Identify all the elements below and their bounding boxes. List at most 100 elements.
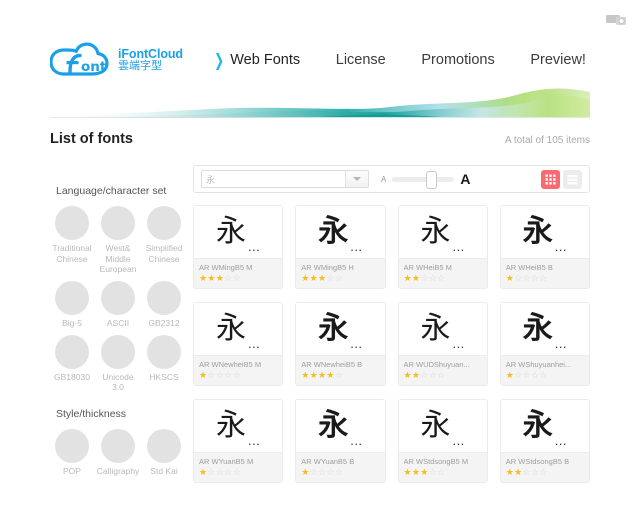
font-meta: AR WNewheiB5 B ★★★★☆ xyxy=(296,355,385,385)
grid-view-button[interactable] xyxy=(541,169,560,189)
list-view-button[interactable] xyxy=(563,169,582,189)
facet-row-language-3: GB18030 Unicode 3.0 HKSCS xyxy=(50,334,186,393)
site-logo[interactable]: ont iFontCloud 雲端字型 xyxy=(50,42,190,78)
nav-item-web-fonts[interactable]: ❯ Web Fonts xyxy=(212,52,300,69)
facet-label: Big-5 xyxy=(62,317,82,328)
font-sample-ellipsis: ... xyxy=(247,336,261,351)
font-card[interactable]: 永 ... AR WYuanB5 M ★☆☆☆☆ xyxy=(193,399,284,483)
font-card[interactable]: 永 ... AR WMingB5 M ★★★☆☆ xyxy=(193,205,284,289)
facet-west-middle-european[interactable]: West& Middle European xyxy=(96,206,140,275)
font-card[interactable]: 永 ... AR WStdsongB5 M ★★★☆☆ xyxy=(397,399,488,483)
font-sample-ellipsis: ... xyxy=(247,239,261,254)
nav-item-promotions[interactable]: Promotions xyxy=(421,52,494,68)
grid-view-icon xyxy=(545,174,556,184)
item-count-label: A total of 105 items xyxy=(504,135,590,146)
font-meta: AR WHeiB5 M ★★☆☆☆ xyxy=(398,258,487,288)
top-utility-bar xyxy=(0,0,640,32)
font-card[interactable]: 永 ... AR WNewheiB5 M ★☆☆☆☆ xyxy=(193,302,284,386)
list-view-icon xyxy=(567,174,578,184)
facet-title-style: Style/thickness xyxy=(56,407,127,420)
facet-label: ASCII xyxy=(106,317,130,328)
facet-label: Calligraphy xyxy=(96,465,140,476)
font-sample-glyph: 永 xyxy=(522,311,553,346)
font-sample-ellipsis: ... xyxy=(554,336,568,351)
facet-pop[interactable]: POP xyxy=(50,428,94,477)
font-rating: ★★★☆☆ xyxy=(199,273,241,283)
font-card[interactable]: 永 ... AR WHeiB5 M ★★☆☆☆ xyxy=(397,205,488,289)
font-meta: AR WUDShuyuan... ★★☆☆☆ xyxy=(398,355,487,385)
font-name: AR WNewheiB5 M xyxy=(199,360,262,369)
font-size-slider-thumb[interactable] xyxy=(426,170,438,189)
font-rating: ★☆☆☆☆ xyxy=(199,370,241,380)
nav-item-preview[interactable]: Preview! xyxy=(530,52,586,68)
font-meta: AR WShuyuanhei... ★☆☆☆☆ xyxy=(500,355,589,385)
sample-text-input[interactable] xyxy=(202,171,345,187)
nav-item-promotions-label: Promotions xyxy=(421,52,495,68)
facet-label: Simplified Chinese xyxy=(145,243,183,264)
facet-group-style: Style/thickness POP Calligraphy Std Kai xyxy=(50,408,185,477)
font-sample-ellipsis: ... xyxy=(350,336,363,351)
facet-simplified-chinese[interactable]: Simplified Chinese xyxy=(142,206,186,275)
font-sample-glyph: 永 xyxy=(522,214,553,249)
font-card[interactable]: 永 ... AR WUDShuyuan... ★★☆☆☆ xyxy=(397,302,488,386)
facet-blob-icon xyxy=(55,428,89,463)
font-preview: 永 ... xyxy=(500,303,589,355)
chevron-down-icon xyxy=(353,177,361,181)
font-meta: AR WStdsongB5 B ★★☆☆☆ xyxy=(500,452,589,482)
font-sample-glyph: 永 xyxy=(318,408,349,443)
font-preview: 永 ... xyxy=(398,400,487,452)
facet-ascii[interactable]: ASCII xyxy=(96,280,140,329)
font-preview: 永 ... xyxy=(500,206,589,258)
font-sample-glyph: 永 xyxy=(420,408,451,443)
font-name: AR WHeiB5 M xyxy=(403,263,452,272)
font-card-grid: 永 ... AR WMingB5 M ★★★☆☆ 永 ... AR WMingB… xyxy=(193,205,590,483)
font-card[interactable]: 永 ... AR WStdsongB5 B ★★☆☆☆ xyxy=(499,399,590,483)
font-rating: ★☆☆☆☆ xyxy=(505,273,548,283)
font-name: AR WMingB5 M xyxy=(199,263,253,272)
font-meta: AR WNewheiB5 M ★☆☆☆☆ xyxy=(194,355,283,385)
facet-blob-icon xyxy=(147,334,181,369)
nav-item-license-label: License xyxy=(335,52,386,68)
facet-label: HKSCS xyxy=(149,371,179,382)
font-preview: 永 ... xyxy=(194,400,283,452)
font-name: AR WShuyuanhei... xyxy=(505,360,572,369)
nav-item-license[interactable]: License xyxy=(336,52,386,68)
facet-label: West& Middle European xyxy=(99,243,137,275)
font-sample-glyph: 永 xyxy=(215,214,246,249)
facet-std-kai[interactable]: Std Kai xyxy=(142,428,186,477)
site-header: ont iFontCloud 雲端字型 ❯ Web Fonts License … xyxy=(50,32,590,88)
font-rating: ★★★☆☆ xyxy=(403,467,446,477)
font-card[interactable]: 永 ... AR WYuanB5 B ★☆☆☆☆ xyxy=(295,399,386,483)
sample-text-dropdown-button[interactable] xyxy=(345,171,368,187)
font-sample-glyph: 永 xyxy=(522,408,553,443)
font-card[interactable]: 永 ... AR WMingB5 H ★★★☆☆ xyxy=(295,205,386,289)
font-name: AR WStdsongB5 M xyxy=(403,457,469,466)
logo-wordmark: iFontCloud 雲端字型 xyxy=(118,47,183,73)
font-size-slider[interactable] xyxy=(392,170,455,189)
watercolor-banner xyxy=(50,84,590,118)
font-card[interactable]: 永 ... AR WNewheiB5 B ★★★★☆ xyxy=(295,302,386,386)
facet-calligraphy[interactable]: Calligraphy xyxy=(96,428,140,477)
font-preview: 永 ... xyxy=(398,206,487,258)
font-card[interactable]: 永 ... AR WShuyuanhei... ★☆☆☆☆ xyxy=(499,302,590,386)
facet-traditional-chinese[interactable]: Traditional Chinese xyxy=(50,206,94,275)
font-sample-glyph: 永 xyxy=(420,214,451,249)
font-sample-ellipsis: ... xyxy=(452,239,465,254)
size-small-label: A xyxy=(381,174,387,184)
page-shell: ont iFontCloud 雲端字型 ❯ Web Fonts License … xyxy=(50,32,590,483)
font-sample-ellipsis: ... xyxy=(554,239,568,254)
facet-unicode-30[interactable]: Unicode 3.0 xyxy=(96,334,140,393)
sample-text-combobox[interactable] xyxy=(201,170,369,188)
font-sample-glyph: 永 xyxy=(318,214,349,249)
facet-blob-icon xyxy=(147,280,181,315)
facet-label: Unicode 3.0 xyxy=(102,371,134,393)
facet-gb2312[interactable]: GB2312 xyxy=(142,280,186,329)
facet-gb18030[interactable]: GB18030 xyxy=(50,334,94,393)
account-badge-icon[interactable] xyxy=(606,14,628,26)
size-large-label: A xyxy=(460,171,471,187)
font-sample-ellipsis: ... xyxy=(452,336,465,351)
facet-big5[interactable]: Big-5 xyxy=(50,280,94,329)
facet-hkscs[interactable]: HKSCS xyxy=(142,334,186,393)
font-name: AR WYuanB5 B xyxy=(301,457,355,466)
font-card[interactable]: 永 ... AR WHeiB5 B ★☆☆☆☆ xyxy=(499,205,590,289)
